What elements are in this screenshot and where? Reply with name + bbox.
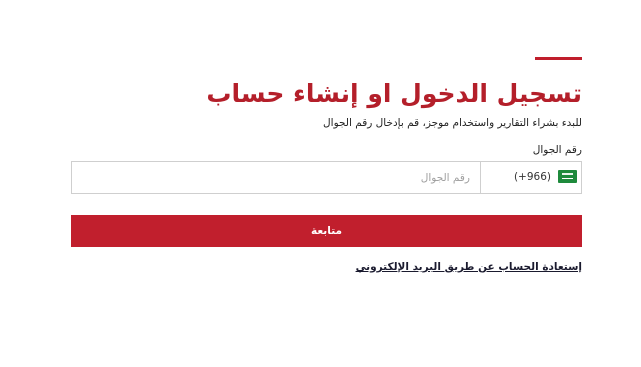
phone-input-group: (+966) [71,161,582,194]
page-subtitle: للبدء بشراء التقارير واستخدام موجز، قم ب… [323,117,582,129]
country-code-selector[interactable]: (+966) [480,162,581,193]
phone-field-label: رقم الجوال [532,144,582,156]
continue-button[interactable]: متابعة [71,215,582,247]
page-title: تسجيل الدخول او إنشاء حساب [206,79,582,108]
phone-number-input[interactable] [72,162,480,193]
title-accent-bar [535,57,582,60]
recover-account-via-email-link[interactable]: إستعادة الحساب عن طريق البريد الإلكتروني [356,261,582,273]
saudi-arabia-flag-icon [558,170,577,183]
country-dial-code: (+966) [513,171,551,183]
